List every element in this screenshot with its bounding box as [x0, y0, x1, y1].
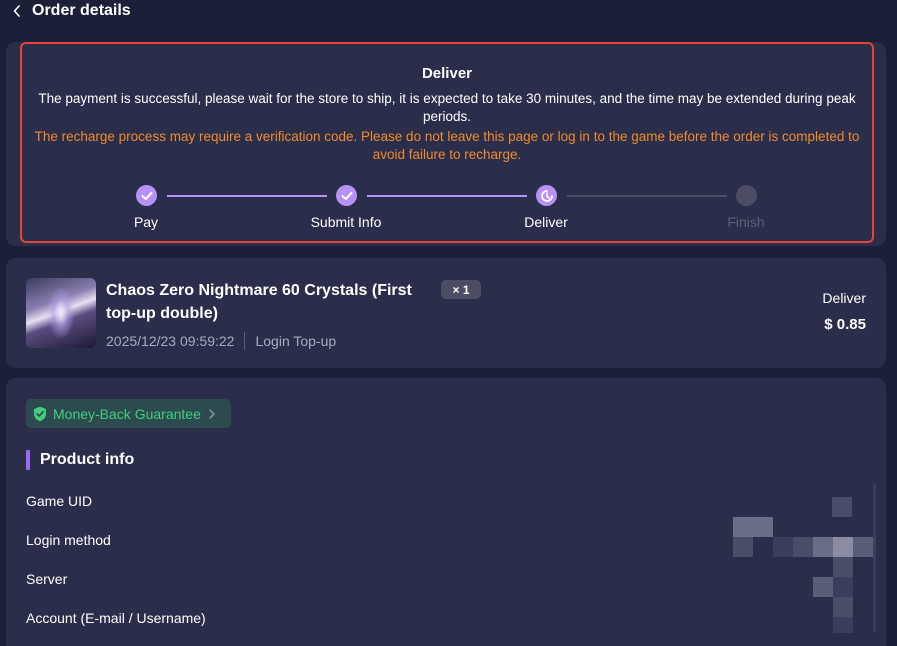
step-label-deliver: Deliver	[524, 214, 568, 230]
chevron-right-icon	[209, 408, 215, 419]
info-label-login-method: Login method	[26, 532, 111, 548]
step-connector	[567, 195, 727, 197]
order-type: Login Top-up	[255, 333, 337, 349]
section-accent-bar	[26, 450, 30, 470]
order-progress-steps: Pay Submit Info Deliver Finish	[22, 184, 876, 234]
step-submit-info-dot	[336, 185, 357, 206]
guarantee-label: Money-Back Guarantee	[53, 405, 201, 422]
step-label-pay: Pay	[133, 214, 159, 230]
order-timestamp: 2025/12/23 09:59:22	[106, 333, 235, 349]
meta-divider	[244, 332, 246, 350]
info-label-game-uid: Game UID	[26, 493, 93, 509]
step-deliver-dot	[536, 185, 557, 206]
info-label-account: Account (E-mail / Username)	[26, 610, 206, 626]
status-highlight-box: Deliver The payment is successful, pleas…	[20, 42, 874, 243]
step-connector	[167, 195, 327, 197]
page-header: Order details	[0, 0, 897, 26]
order-price: $ 0.85	[824, 316, 866, 333]
info-label-server: Server	[26, 571, 68, 587]
back-button[interactable]	[10, 2, 24, 20]
product-thumbnail	[26, 278, 96, 348]
delivery-status-card: Deliver The payment is successful, pleas…	[6, 42, 886, 246]
check-icon	[341, 191, 352, 200]
quantity-badge: × 1	[441, 280, 481, 299]
scrollbar[interactable]	[873, 484, 876, 632]
step-label-submit-info: Submit Info	[310, 214, 382, 230]
product-card[interactable]: Chaos Zero Nightmare 60 Crystals (First …	[6, 258, 886, 368]
check-icon	[141, 191, 152, 200]
section-title-text: Product info	[40, 451, 135, 468]
status-title: Deliver	[421, 65, 473, 82]
thumbnail-artwork	[48, 288, 74, 338]
page-title: Order details	[32, 2, 131, 19]
money-back-guarantee-badge[interactable]: Money-Back Guarantee	[26, 399, 231, 428]
clock-icon	[540, 189, 553, 202]
section-title: Product info	[26, 450, 134, 470]
status-warning: The recharge process may require a verif…	[34, 129, 860, 162]
product-name: Chaos Zero Nightmare 60 Crystals (First …	[106, 282, 412, 322]
order-status: Deliver	[822, 290, 866, 306]
step-connector	[367, 195, 527, 197]
shield-check-icon	[33, 406, 47, 422]
redacted-values	[733, 497, 873, 633]
step-finish-dot	[736, 185, 757, 206]
chevron-left-icon	[13, 5, 20, 17]
step-label-finish: Finish	[727, 214, 765, 230]
step-pay-dot	[136, 185, 157, 206]
status-message: The payment is successful, please wait f…	[38, 91, 856, 124]
product-meta: 2025/12/23 09:59:22 Login Top-up	[106, 332, 336, 350]
